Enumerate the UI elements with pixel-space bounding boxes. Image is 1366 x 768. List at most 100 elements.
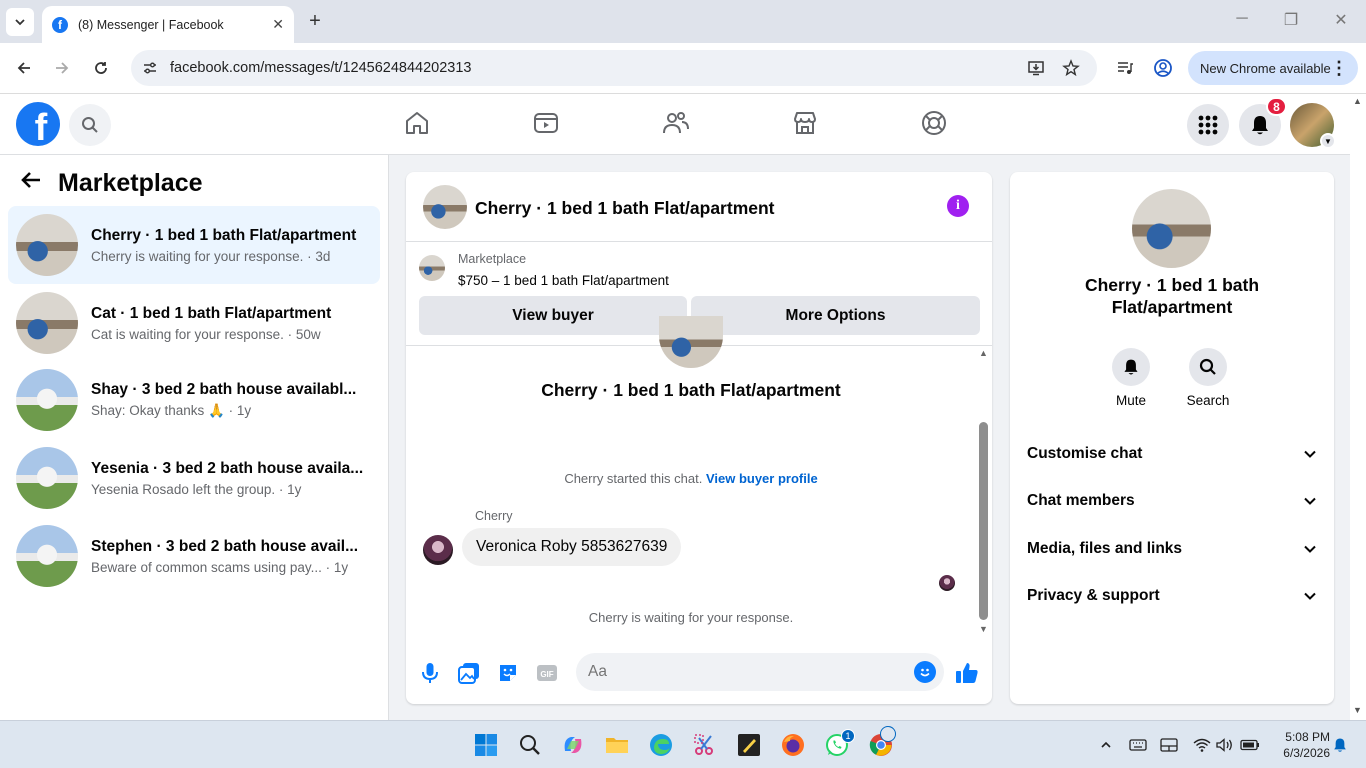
scrollbar-thumb[interactable] bbox=[979, 422, 988, 620]
firefox-icon[interactable] bbox=[780, 732, 806, 758]
install-app-icon[interactable] bbox=[1027, 59, 1045, 77]
new-chrome-available-button[interactable]: New Chrome available ⋮ bbox=[1188, 51, 1358, 85]
gaming-nav-button[interactable] bbox=[919, 108, 949, 138]
show-hidden-icons[interactable] bbox=[1096, 735, 1116, 755]
chat-members-section[interactable]: Chat members bbox=[1027, 483, 1317, 519]
menu-button[interactable] bbox=[1187, 104, 1229, 146]
facebook-logo-icon[interactable]: f bbox=[16, 102, 60, 146]
notification-bell-icon[interactable] bbox=[1330, 735, 1350, 755]
omnibox[interactable]: facebook.com/messages/t/1245624844202313 bbox=[131, 50, 1097, 86]
conversation-item[interactable]: Yesenia · 3 bed 2 bath house availa... Y… bbox=[8, 439, 380, 517]
section-label: Privacy & support bbox=[1027, 587, 1160, 604]
scroll-up-icon[interactable]: ▲ bbox=[1353, 96, 1362, 106]
section-label: Media, files and links bbox=[1027, 540, 1183, 557]
maximize-icon[interactable]: ❐ bbox=[1276, 10, 1306, 30]
image-icon[interactable] bbox=[457, 661, 481, 685]
display-icon[interactable] bbox=[1159, 735, 1179, 755]
chevron-down-icon bbox=[1304, 592, 1316, 600]
sticker-icon[interactable] bbox=[496, 661, 520, 685]
taskbar-search-icon[interactable] bbox=[517, 732, 543, 758]
info-icon[interactable]: i bbox=[947, 195, 969, 217]
kebab-menu-icon[interactable]: ⋮ bbox=[1330, 58, 1348, 79]
sender-avatar[interactable] bbox=[423, 535, 453, 565]
bookmark-star-icon[interactable] bbox=[1062, 59, 1080, 77]
chat-started-notice: Cherry started this chat. View buyer pro… bbox=[406, 471, 976, 486]
browser-tab-messenger[interactable]: f (8) Messenger | Facebook ✕ bbox=[42, 6, 294, 43]
chat-info-thumbnail bbox=[1132, 189, 1211, 268]
minimize-icon[interactable]: ─ bbox=[1227, 10, 1257, 28]
scroll-up-icon[interactable]: ▲ bbox=[979, 348, 988, 358]
battery-icon[interactable] bbox=[1240, 735, 1260, 755]
sticky-notes-icon[interactable] bbox=[736, 732, 762, 758]
close-window-icon[interactable]: ✕ bbox=[1326, 10, 1356, 30]
thumbs-up-icon[interactable] bbox=[955, 661, 979, 685]
scroll-down-icon[interactable]: ▼ bbox=[979, 624, 988, 634]
conversation-item[interactable]: Shay · 3 bed 2 bath house availabl... Sh… bbox=[8, 361, 380, 439]
reload-button[interactable] bbox=[90, 57, 112, 79]
file-explorer-icon[interactable] bbox=[604, 732, 630, 758]
keyboard-icon[interactable] bbox=[1128, 735, 1148, 755]
conversation-item[interactable]: Cat · 1 bed 1 bath Flat/apartment Cat is… bbox=[8, 284, 380, 362]
forward-button[interactable] bbox=[51, 57, 73, 79]
wifi-icon[interactable] bbox=[1192, 735, 1212, 755]
listing-thumbnail bbox=[419, 255, 445, 281]
view-buyer-profile-link[interactable]: View buyer profile bbox=[706, 471, 818, 486]
reload-icon bbox=[95, 62, 107, 74]
back-button[interactable] bbox=[13, 57, 35, 79]
home-nav-button[interactable] bbox=[402, 108, 432, 138]
media-control-button[interactable] bbox=[1114, 57, 1136, 79]
friends-nav-button[interactable] bbox=[661, 108, 691, 138]
conversation-name: Yesenia · 3 bed 2 bath house availa... bbox=[91, 459, 364, 477]
listing-title[interactable]: $750 – 1 bed 1 bath Flat/apartment bbox=[458, 273, 669, 288]
privacy-support-section[interactable]: Privacy & support bbox=[1027, 578, 1317, 614]
mute-button[interactable]: Mute bbox=[1101, 348, 1161, 408]
message-sender: Cherry bbox=[475, 509, 513, 523]
system-clock[interactable]: 5:08 PM 6/3/2026 bbox=[1266, 729, 1330, 761]
conversation-thumbnail bbox=[16, 214, 78, 276]
volume-icon[interactable] bbox=[1215, 735, 1235, 755]
video-nav-button[interactable] bbox=[531, 108, 561, 138]
account-avatar[interactable]: ▼ bbox=[1290, 103, 1336, 149]
search-in-chat-button[interactable]: Search bbox=[1178, 348, 1238, 408]
message-bubble[interactable]: Veronica Roby 5853627639 bbox=[462, 528, 682, 566]
tab-close-icon[interactable]: ✕ bbox=[272, 16, 284, 33]
scroll-down-icon[interactable]: ▼ bbox=[1353, 705, 1362, 715]
conversation-preview: Beware of common scams using pay... · 1y bbox=[91, 559, 349, 575]
conversation-thumbnail bbox=[16, 525, 78, 587]
site-info-icon[interactable] bbox=[141, 59, 159, 77]
clock-date: 6/3/2026 bbox=[1283, 746, 1330, 760]
message-thread: Cherry · 1 bed 1 bath Flat/apartment Che… bbox=[406, 316, 992, 634]
facebook-search-button[interactable] bbox=[69, 104, 111, 146]
conversation-preview: Cherry is waiting for your response. · 3… bbox=[91, 248, 331, 264]
new-tab-button[interactable]: + bbox=[304, 10, 326, 32]
media-files-links-section[interactable]: Media, files and links bbox=[1027, 531, 1317, 567]
emoji-icon[interactable] bbox=[914, 661, 936, 683]
account-icon bbox=[1154, 59, 1172, 77]
more-options-button[interactable]: More Options bbox=[691, 296, 980, 335]
chat-title[interactable]: Cherry · 1 bed 1 bath Flat/apartment bbox=[475, 198, 775, 219]
conversation-name: Cat · 1 bed 1 bath Flat/apartment bbox=[91, 304, 332, 322]
conversation-item[interactable]: Cherry · 1 bed 1 bath Flat/apartment Che… bbox=[8, 206, 380, 284]
bell-icon bbox=[1124, 359, 1138, 375]
conversation-preview: Shay: Okay thanks 🙏 · 1y bbox=[91, 403, 252, 418]
conversation-item[interactable]: Stephen · 3 bed 2 bath house avail... Be… bbox=[8, 517, 380, 595]
view-buyer-button[interactable]: View buyer bbox=[419, 296, 687, 335]
gif-icon[interactable]: GIF bbox=[535, 661, 559, 685]
copilot-icon[interactable] bbox=[560, 732, 586, 758]
profile-button[interactable] bbox=[1152, 57, 1174, 79]
marketplace-nav-button[interactable] bbox=[790, 108, 820, 138]
tab-search-button[interactable] bbox=[6, 8, 34, 36]
conversation-thumbnail bbox=[16, 369, 78, 431]
back-arrow-icon[interactable] bbox=[20, 169, 42, 198]
mute-label: Mute bbox=[1115, 393, 1146, 408]
facebook-favicon-icon: f bbox=[52, 16, 68, 33]
message-input[interactable] bbox=[576, 653, 944, 691]
chat-scrollbar[interactable]: ▲ ▼ bbox=[976, 346, 992, 636]
page-scrollbar[interactable]: ▲ ▼ bbox=[1350, 94, 1366, 720]
microphone-icon[interactable] bbox=[418, 661, 442, 685]
edge-browser-icon[interactable] bbox=[648, 732, 674, 758]
start-windows-icon[interactable] bbox=[473, 732, 499, 758]
snipping-tool-icon[interactable] bbox=[692, 732, 718, 758]
chat-thumbnail[interactable] bbox=[423, 185, 467, 229]
customise-chat-section[interactable]: Customise chat bbox=[1027, 436, 1317, 472]
